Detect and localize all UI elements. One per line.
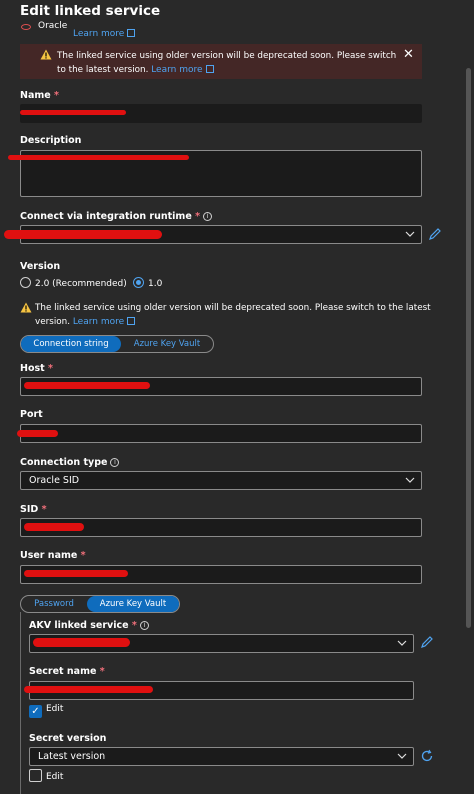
info-icon[interactable]: i bbox=[139, 621, 149, 630]
pencil-icon[interactable] bbox=[428, 227, 442, 241]
banner-learn-more[interactable]: Learn more bbox=[151, 65, 214, 75]
tab-connection-string[interactable]: Connection string bbox=[21, 336, 121, 352]
redaction bbox=[24, 570, 128, 577]
close-icon[interactable]: ✕ bbox=[403, 47, 414, 62]
secret-edit-checkbox[interactable]: ✓ Edit bbox=[29, 704, 63, 718]
tab-azure-key-vault[interactable]: Azure Key Vault bbox=[87, 596, 179, 612]
version-radio-1-0[interactable]: 1.0 bbox=[133, 277, 162, 289]
checkbox-unchecked-icon bbox=[29, 769, 42, 782]
description-label: Description bbox=[20, 135, 82, 146]
sid-label: SID bbox=[20, 504, 39, 515]
chevron-down-icon bbox=[397, 640, 407, 646]
version-label: Version bbox=[20, 261, 61, 272]
connection-type-select[interactable]: Oracle SID bbox=[20, 471, 422, 490]
oracle-icon bbox=[21, 24, 31, 30]
akv-label: AKV linked service bbox=[29, 620, 129, 631]
pencil-icon[interactable] bbox=[420, 635, 434, 649]
chevron-down-icon bbox=[405, 477, 415, 483]
port-input[interactable] bbox=[20, 424, 422, 443]
redaction bbox=[24, 686, 153, 693]
redaction bbox=[24, 523, 84, 531]
version-edit-checkbox[interactable]: Edit bbox=[29, 769, 63, 782]
redaction bbox=[24, 382, 150, 389]
radio-unselected bbox=[20, 277, 31, 288]
redaction bbox=[33, 638, 130, 647]
redaction bbox=[20, 110, 126, 115]
host-label: Host bbox=[20, 363, 45, 374]
redaction bbox=[4, 230, 162, 239]
banner-text: The linked service using older version w… bbox=[57, 51, 397, 75]
tab-azure-key-vault[interactable]: Azure Key Vault bbox=[121, 336, 213, 352]
runtime-label: Connect via integration runtime bbox=[20, 211, 192, 222]
redaction bbox=[8, 155, 189, 160]
warning-icon bbox=[40, 49, 52, 60]
connection-toggle: Connection string Azure Key Vault bbox=[20, 335, 214, 353]
external-link-icon bbox=[205, 65, 214, 73]
connection-type-label: Connection type bbox=[20, 457, 108, 468]
scrollbar[interactable] bbox=[466, 68, 471, 628]
redaction bbox=[17, 430, 58, 437]
learn-more-link[interactable]: Learn more bbox=[73, 21, 136, 40]
checkbox-checked-icon: ✓ bbox=[29, 705, 42, 718]
deprecation-banner: The linked service using older version w… bbox=[20, 44, 422, 79]
akv-section bbox=[20, 612, 21, 794]
secret-version-label: Secret version bbox=[29, 733, 107, 744]
secret-version-select[interactable]: Latest version bbox=[29, 747, 414, 766]
version-learn-more[interactable]: Learn more bbox=[73, 317, 136, 327]
warning-icon bbox=[20, 302, 32, 313]
user-name-label: User name bbox=[20, 550, 78, 561]
info-icon[interactable]: i bbox=[110, 458, 120, 467]
radio-selected bbox=[133, 277, 144, 288]
service-type: Oracle bbox=[38, 21, 68, 31]
refresh-icon[interactable] bbox=[420, 749, 434, 763]
info-icon[interactable]: i bbox=[203, 212, 213, 221]
secret-name-label: Secret name bbox=[29, 666, 97, 677]
password-toggle: Password Azure Key Vault bbox=[20, 595, 180, 613]
name-label: Name bbox=[20, 90, 51, 101]
external-link-icon bbox=[127, 29, 136, 37]
external-link-icon bbox=[127, 317, 136, 325]
version-radio-2-0[interactable]: 2.0 (Recommended) bbox=[20, 277, 127, 289]
chevron-down-icon bbox=[397, 753, 407, 759]
page-title: Edit linked service bbox=[20, 3, 161, 19]
port-label: Port bbox=[20, 409, 43, 420]
tab-password[interactable]: Password bbox=[21, 596, 87, 612]
chevron-down-icon bbox=[405, 231, 415, 237]
